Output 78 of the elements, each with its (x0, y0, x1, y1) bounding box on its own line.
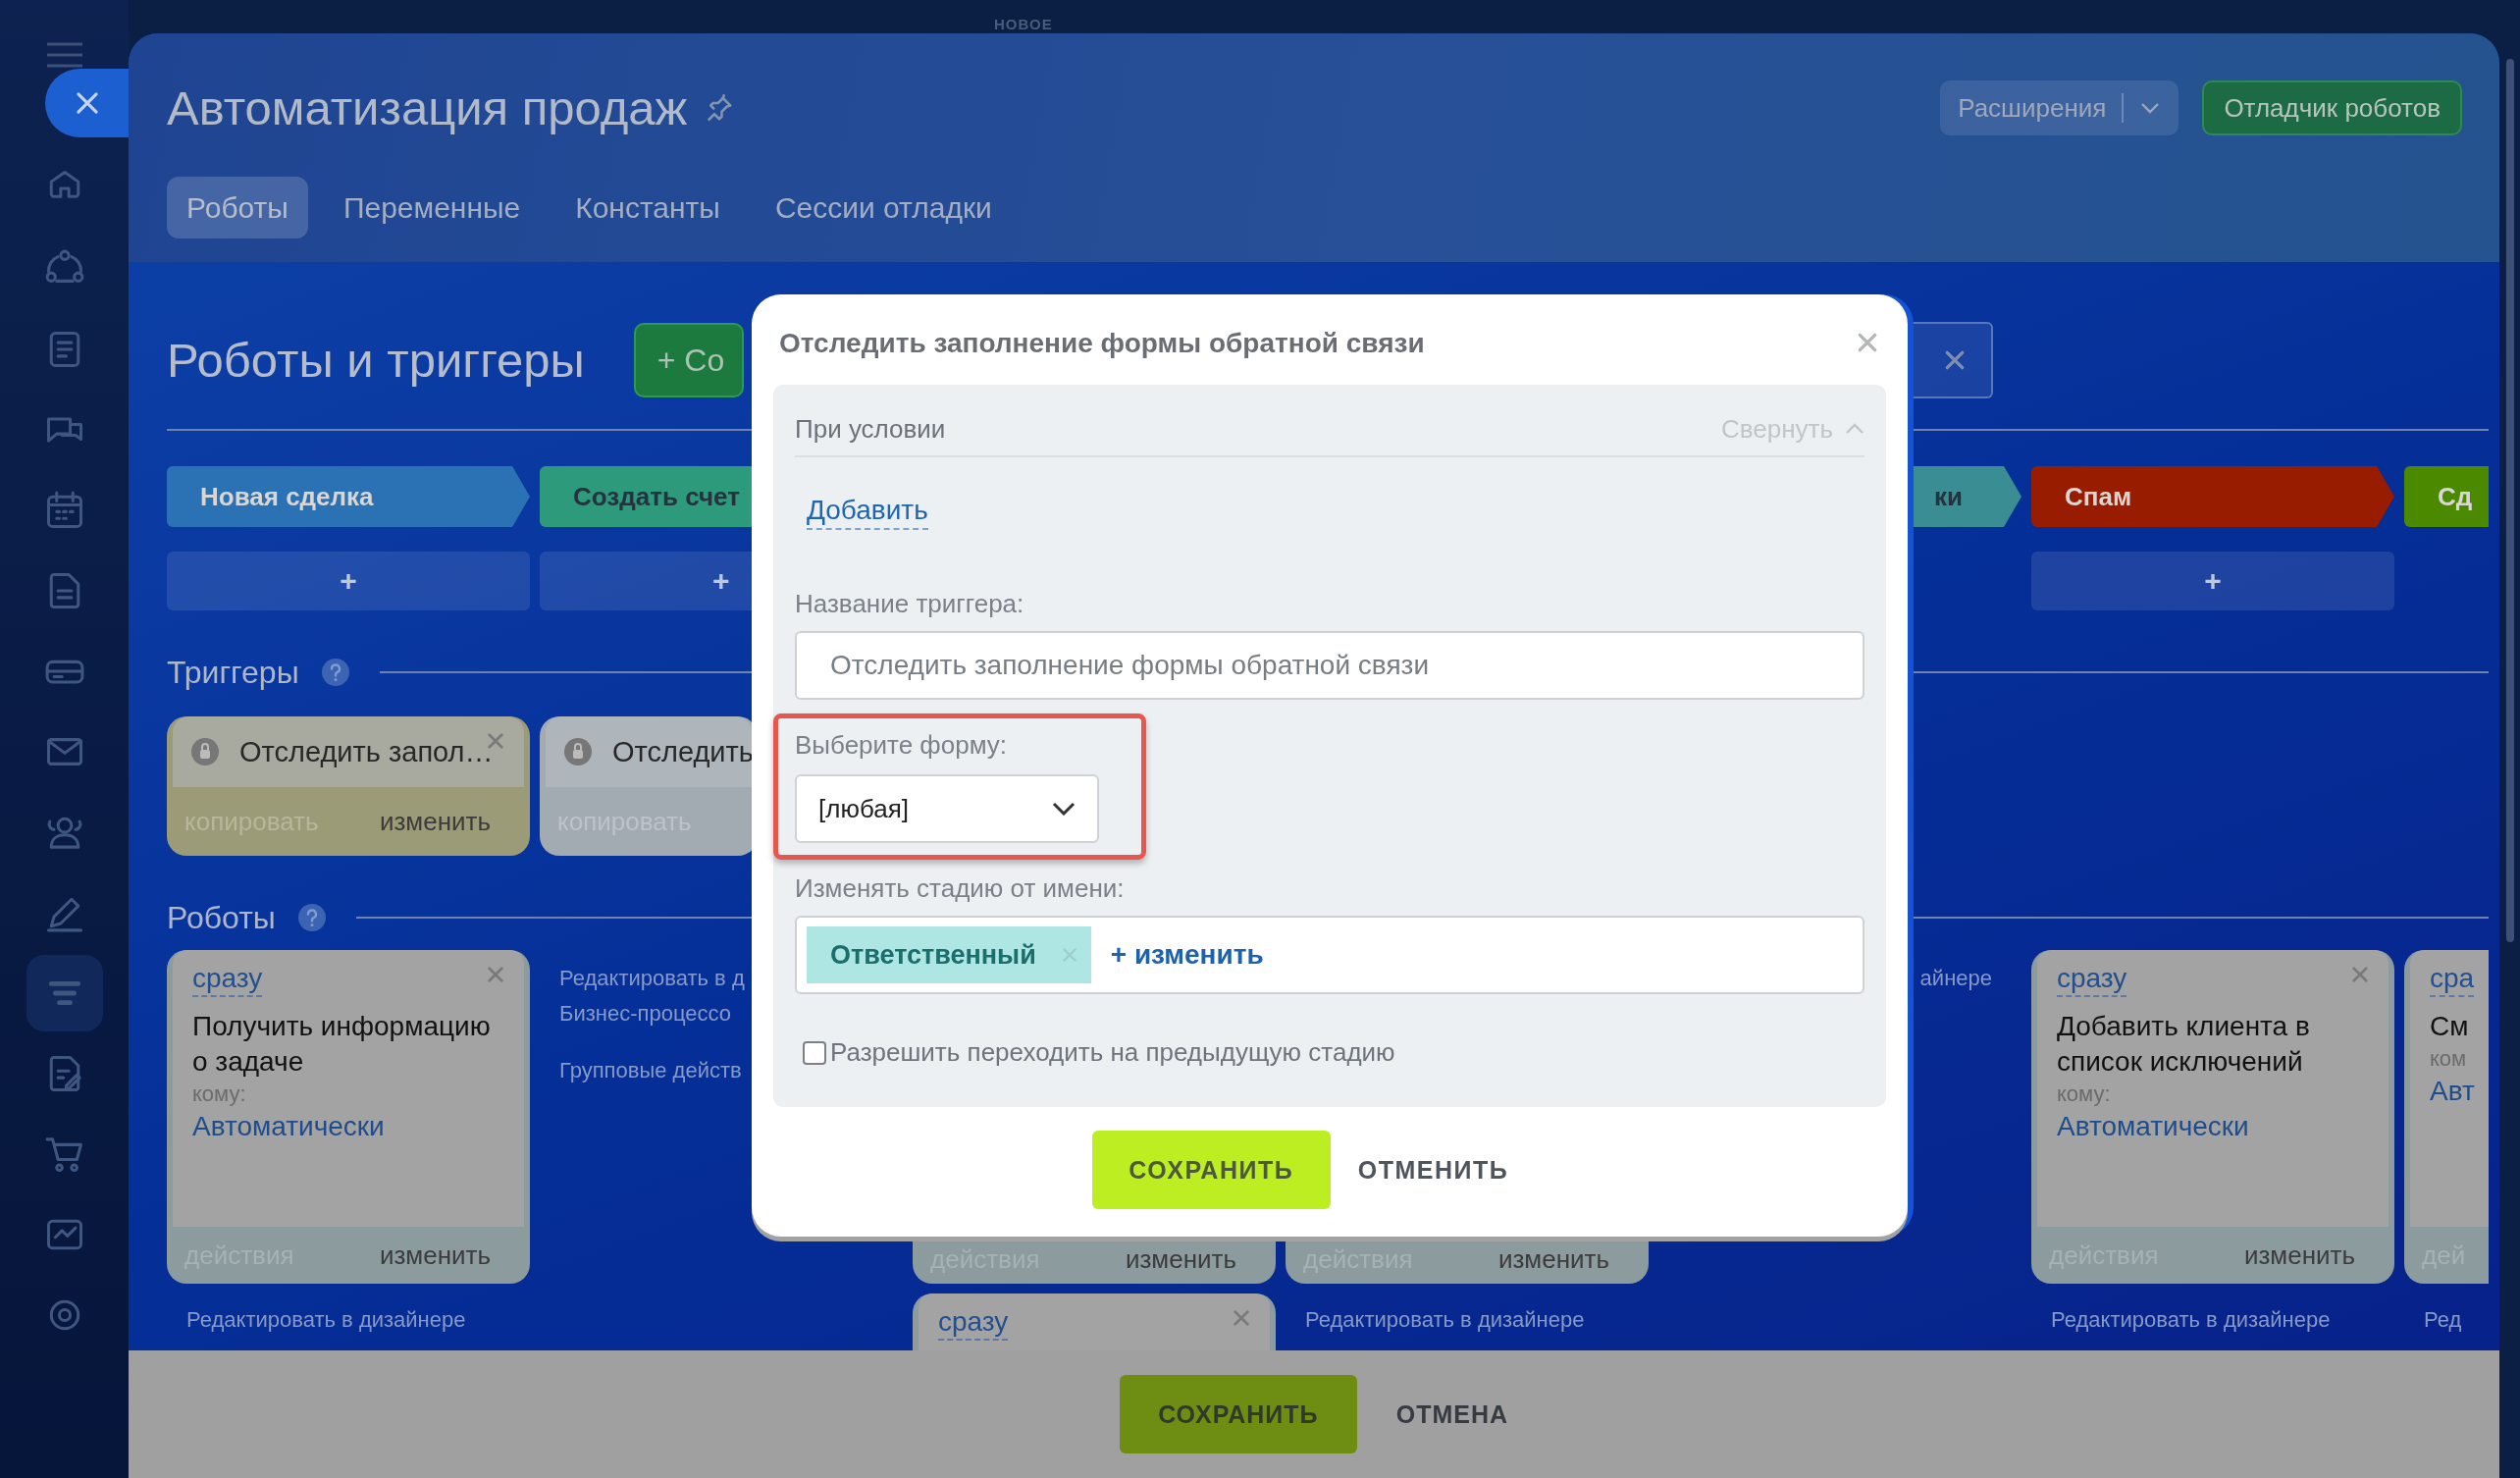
change-link[interactable]: + изменить (1110, 939, 1264, 971)
dialog-title: Отследить заполнение формы обратной связи (779, 328, 1425, 359)
pin-icon[interactable] (705, 93, 735, 123)
recipient-link[interactable]: Автоматически (2057, 1111, 2249, 1142)
add-robot-button[interactable]: + (167, 552, 530, 610)
help-icon[interactable] (320, 658, 350, 687)
create-button[interactable]: + Со (633, 323, 744, 397)
caret-icon (2139, 101, 2162, 115)
recipient-label: кому: (2057, 1082, 2111, 1107)
edit-link[interactable]: изменить (2243, 1240, 2355, 1271)
tab[interactable]: Переменные (323, 177, 541, 238)
cancel-button[interactable]: ОТМЕНА (1395, 1399, 1509, 1429)
delay-link[interactable]: сразу (2057, 962, 2127, 997)
user-tag[interactable]: Ответственный (807, 926, 1091, 983)
robot-title: См (2430, 1010, 2469, 1043)
close-icon[interactable] (2351, 966, 2369, 983)
chevron-icon (1052, 802, 1076, 816)
menu-icon[interactable] (44, 41, 84, 69)
robot-title: Получить информацию о задаче (192, 1010, 492, 1079)
field-label: Изменять стадию от имени: (795, 873, 1126, 904)
save-button[interactable]: СОХРАНИТЬ (1091, 1131, 1331, 1209)
add-condition-link[interactable]: Добавить (807, 493, 928, 530)
help-icon[interactable] (296, 903, 327, 932)
designer-link[interactable]: Редактировать в дизайнере (2051, 1305, 2394, 1335)
add-robot-button[interactable]: + (2031, 552, 2394, 610)
designer-link[interactable]: Редактировать в дизайнере (1305, 1305, 1649, 1335)
triggers-heading: Триггеры (167, 654, 299, 691)
checkbox-label[interactable]: Разрешить переходить на предыдущую стадию (830, 1037, 1395, 1068)
user-field[interactable]: Ответственный + изменить (795, 916, 1864, 994)
scrollbar[interactable] (2505, 59, 2514, 942)
new-label: НОВОЕ (994, 16, 1053, 33)
recipient-link[interactable]: Авт (2430, 1076, 2475, 1107)
cancel-button[interactable]: ОТМЕНИТЬ (1357, 1155, 1509, 1185)
edit-link[interactable]: изменить (1125, 1243, 1236, 1275)
edit-link[interactable]: изменить (1497, 1243, 1609, 1275)
checkbox[interactable] (803, 1040, 826, 1065)
stage-header[interactable]: Спам (2031, 466, 2394, 527)
tag-label: Ответственный (830, 939, 1036, 971)
edit-link[interactable]: изменить (379, 1240, 491, 1271)
tab[interactable]: Сессии отладки (755, 177, 1012, 238)
stage-header[interactable]: Сд (2404, 466, 2489, 527)
recipient-link[interactable]: Автоматически (192, 1111, 385, 1142)
close-icon[interactable] (1233, 1309, 1250, 1327)
trigger-title: Отследить запол… (239, 735, 494, 768)
section-title: Роботы и триггеры (167, 333, 585, 388)
trigger-name-field[interactable]: Отследить заполнение формы обратной связи (795, 631, 1864, 700)
trigger-title: Отследить (612, 735, 754, 768)
robots-heading: Роботы (167, 899, 276, 936)
delay-link[interactable]: сразу (938, 1305, 1009, 1341)
lock-icon (563, 737, 593, 766)
tab[interactable]: Константы (555, 177, 740, 238)
designer-link[interactable]: Ред (2424, 1305, 2489, 1335)
robot-title: Добавить клиента в список исключений (2057, 1010, 2311, 1079)
close-icon (74, 90, 100, 116)
form-dropdown[interactable]: [любая] (795, 774, 1099, 843)
active-menu-item[interactable] (26, 955, 103, 1031)
recipient-label: кому: (192, 1082, 246, 1107)
stage-header[interactable]: Новая сделка (167, 466, 530, 527)
field-label: Выберите форму: (795, 730, 1009, 761)
robot-debugger-button[interactable]: Отладчик роботов (2202, 80, 2462, 135)
page-title: Автоматизация продаж (167, 80, 688, 136)
delay-link[interactable]: сразу (192, 962, 263, 997)
tab[interactable]: Роботы (167, 177, 308, 238)
lock-icon (190, 737, 220, 766)
chevron-icon (1845, 423, 1864, 435)
close-icon[interactable] (487, 966, 504, 983)
save-button[interactable]: СОХРАНИТЬ (1119, 1375, 1357, 1453)
condition-label: При условии (795, 413, 946, 445)
edit-link[interactable]: изменить (379, 806, 491, 837)
close-icon (1944, 349, 1966, 371)
field-label: Название триггера: (795, 589, 1025, 619)
recipient-label: ком (2430, 1046, 2467, 1072)
close-button[interactable] (45, 69, 129, 137)
delay-link[interactable]: сра (2430, 962, 2475, 997)
close-icon (1857, 331, 1878, 353)
designer-link[interactable]: Редактировать в дизайнере (186, 1305, 530, 1335)
designer-link[interactable]: айнере (1919, 964, 1992, 993)
extensions-button[interactable]: Расширения (1940, 80, 2179, 135)
